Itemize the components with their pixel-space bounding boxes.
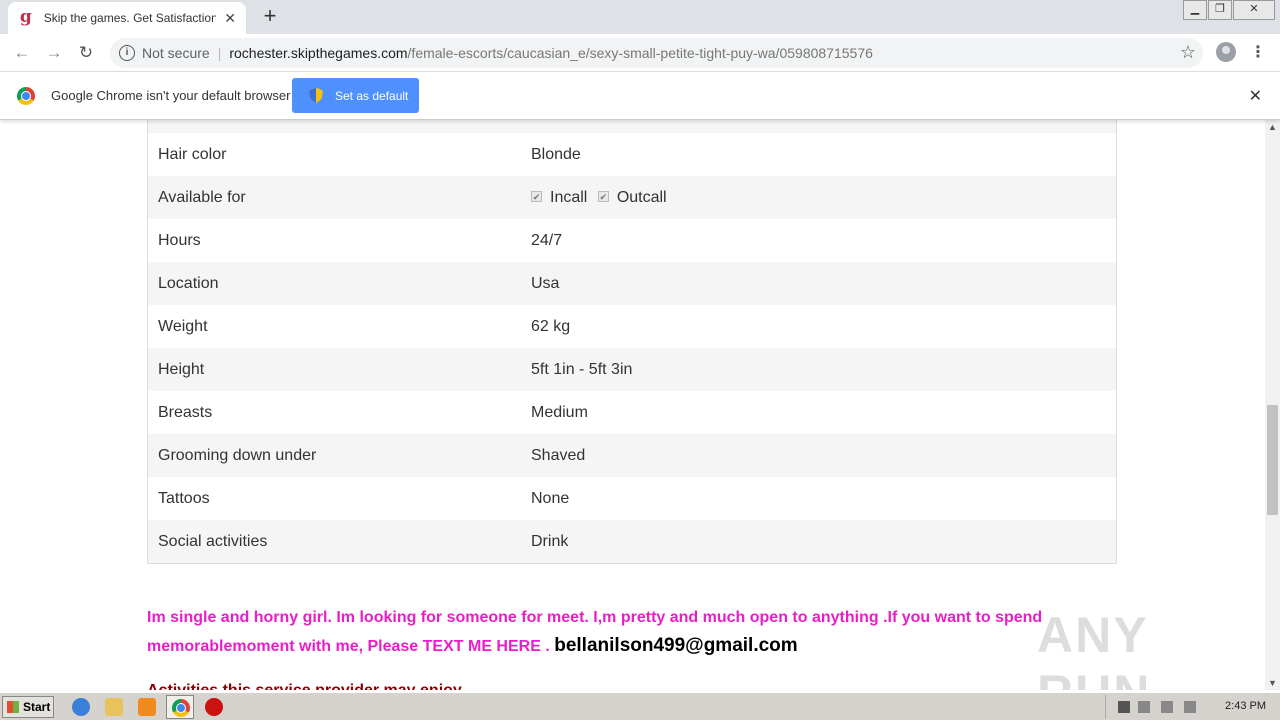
reload-icon[interactable]: ↻ — [74, 41, 98, 65]
bookmark-star-icon[interactable]: ☆ — [1180, 42, 1196, 63]
page-scrollbar[interactable]: ▲ ▼ — [1265, 120, 1280, 690]
site-favicon-icon: g — [19, 7, 32, 27]
attr-label: Height — [158, 360, 205, 378]
browser-toolbar: ← → ↻ i Not secure | rochester.skipthega… — [0, 34, 1280, 72]
windows-flag-icon — [7, 701, 19, 713]
volume-icon[interactable] — [1161, 701, 1173, 713]
scroll-down-icon[interactable]: ▼ — [1268, 678, 1277, 688]
attr-value: 24/7 — [531, 231, 563, 249]
attr-label: Tattoos — [158, 489, 210, 507]
table-row: Grooming down under Shaved — [148, 434, 1116, 477]
taskbar-clock: 2:43 PM — [1225, 700, 1266, 712]
attr-label: Social activities — [158, 532, 268, 550]
attr-label: Grooming down under — [158, 446, 317, 464]
attr-value: Usa — [531, 274, 560, 292]
outcall-label: Outcall — [616, 188, 667, 206]
attr-label: Available for — [158, 188, 246, 206]
table-row: Breasts Medium — [148, 391, 1116, 434]
default-browser-infobar: Google Chrome isn't your default browser… — [0, 72, 1280, 120]
forward-arrow-icon[interactable]: → — [42, 41, 66, 65]
attr-label: Location — [158, 274, 219, 292]
alert-app-icon[interactable] — [205, 698, 223, 716]
attr-value: Shaved — [531, 446, 586, 464]
browser-tab[interactable]: g Skip the games. Get Satisfaction. Me ✕ — [8, 2, 246, 34]
infobar-close-icon[interactable]: ✕ — [1249, 86, 1262, 106]
anyrun-watermark: ANY RUN — [1037, 607, 1149, 690]
table-row: Hours 24/7 — [148, 219, 1116, 262]
table-row: Location Usa — [148, 262, 1116, 305]
info-icon[interactable]: i — [119, 45, 135, 61]
table-row: Height 5ft 1in - 5ft 3in — [148, 348, 1116, 391]
chrome-taskbar-icon — [172, 699, 190, 717]
incall-label: Incall — [550, 188, 588, 206]
start-label: Start — [23, 700, 51, 714]
table-row: Hair color Blonde — [148, 133, 1116, 176]
windows-taskbar: Start 2:43 PM — [0, 692, 1280, 720]
attr-label: Hair color — [158, 145, 227, 163]
profile-attributes-table: Hair color Blonde Available for ✔ Incall … — [147, 120, 1117, 564]
menu-dots-icon[interactable]: ⋮ — [1250, 42, 1266, 62]
start-button[interactable]: Start — [2, 696, 54, 718]
attr-value: Medium — [531, 403, 588, 421]
table-row: Available for ✔ Incall ✔ Outcall — [148, 176, 1116, 219]
tab-title: Skip the games. Get Satisfaction. Me — [43, 11, 217, 25]
url-path: /female-escorts/caucasian_e/sexy-small-p… — [407, 45, 873, 61]
action-center-flag-icon[interactable] — [1184, 701, 1196, 713]
security-label: Not secure — [142, 45, 210, 61]
attr-value: Blonde — [531, 145, 581, 163]
tab-strip: g Skip the games. Get Satisfaction. Me ✕… — [0, 0, 1280, 34]
taskbar-chrome-button[interactable] — [166, 695, 194, 719]
attr-value: Drink — [531, 532, 569, 550]
network-icon[interactable] — [1138, 701, 1150, 713]
system-tray: 2:43 PM — [1105, 695, 1280, 719]
ie-icon[interactable] — [72, 698, 90, 716]
ad-description: Im single and horny girl. Im looking for… — [147, 604, 1047, 661]
restore-icon[interactable]: ❐ — [1208, 0, 1232, 20]
attr-value: 62 kg — [531, 317, 571, 335]
table-row: Tattoos None — [148, 477, 1116, 520]
scroll-up-icon[interactable]: ▲ — [1268, 122, 1277, 132]
ad-email: bellanilson499@gmail.com — [554, 635, 798, 656]
media-player-icon[interactable] — [138, 698, 156, 716]
infobar-message: Google Chrome isn't your default browser — [51, 88, 291, 103]
attr-value-options: ✔ Incall ✔ Outcall — [531, 189, 1116, 207]
activities-heading: Activities this service provider may enj… — [147, 682, 462, 690]
attr-label: Weight — [158, 317, 208, 335]
window-close-icon[interactable]: ✕ — [1233, 0, 1275, 20]
url-host: rochester.skipthegames.com — [229, 45, 408, 61]
set-as-default-button[interactable]: Set as default — [292, 78, 419, 113]
set-as-default-label: Set as default — [335, 88, 409, 103]
url-separator: | — [217, 45, 222, 61]
attr-value: 5ft 1in - 5ft 3in — [531, 360, 633, 378]
table-row — [148, 120, 1116, 133]
new-tab-icon[interactable]: + — [258, 5, 282, 29]
attr-label: Hours — [158, 231, 201, 249]
attr-label: Breasts — [158, 403, 213, 421]
tab-close-icon[interactable]: ✕ — [224, 10, 236, 27]
uac-shield-icon — [309, 87, 323, 104]
chrome-logo-icon — [17, 87, 35, 105]
minimize-icon[interactable]: ▁ — [1183, 0, 1207, 20]
explorer-folder-icon[interactable] — [105, 698, 123, 716]
attr-value: None — [531, 489, 570, 507]
page-content: Hair color Blonde Available for ✔ Incall … — [0, 120, 1265, 690]
incall-checkbox[interactable]: ✔ — [531, 190, 542, 202]
back-arrow-icon[interactable]: ← — [10, 41, 34, 65]
scroll-thumb[interactable] — [1267, 405, 1278, 515]
address-bar[interactable]: i Not secure | rochester.skipthegames.co… — [110, 38, 1203, 68]
table-row: Weight 62 kg — [148, 305, 1116, 348]
tray-expand-icon[interactable] — [1118, 701, 1130, 713]
profile-avatar-icon[interactable] — [1216, 42, 1236, 62]
table-row: Social activities Drink — [148, 520, 1116, 563]
outcall-checkbox[interactable]: ✔ — [597, 190, 609, 202]
